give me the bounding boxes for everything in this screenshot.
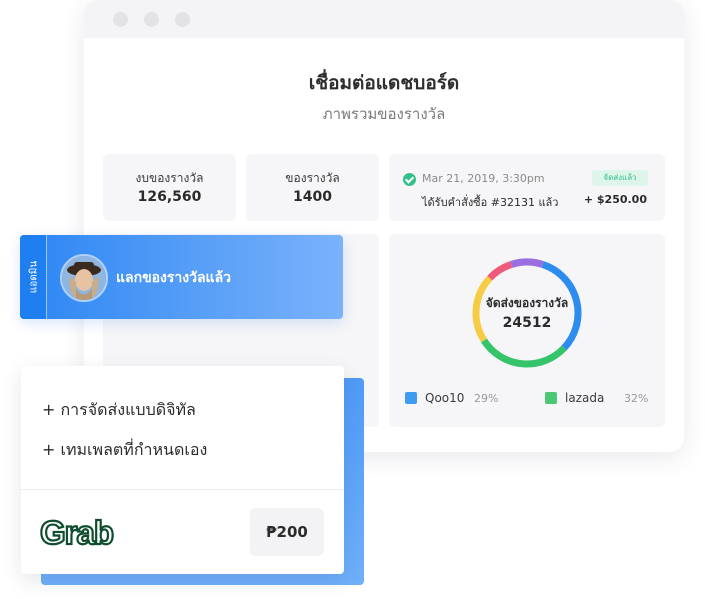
window-control-dot[interactable] [175, 12, 190, 27]
stat-card-budget: งบของรางวัล 126,560 [103, 154, 236, 221]
window-control-dot[interactable] [113, 12, 128, 27]
order-text: ได้รับคำสั่งซื้อ #32131 แล้ว [422, 196, 559, 209]
window-control-dot[interactable] [144, 12, 159, 27]
stat-value: 1400 [293, 189, 332, 205]
price-tag[interactable]: ₱200 [250, 508, 324, 556]
legend-swatch-lazada [545, 392, 557, 404]
status-badge: จัดส่งแล้ว [592, 170, 648, 186]
donut-value: 24512 [502, 315, 552, 331]
admin-tab[interactable]: แอดมิน [20, 235, 47, 319]
donut-segment-3 [487, 261, 513, 281]
stat-label: ของรางวัล [285, 171, 340, 185]
stat-card-rewards: ของรางวัล 1400 [246, 154, 379, 221]
donut-segment-1 [480, 338, 567, 368]
order-amount: + $250.00 [583, 193, 647, 206]
page-subtitle: ภาพรวมของรางวัล [322, 105, 446, 123]
grab-logo: Grab [40, 513, 115, 552]
feature-item: + การจัดส่งแบบดิจิทัล [42, 400, 196, 419]
divider [21, 489, 344, 490]
svg-text:Grab: Grab [40, 514, 113, 551]
redeemed-notification[interactable]: แอดมิน แลกของรางวัลแล้ว [20, 235, 343, 319]
feature-item: + เทมเพลตที่กำหนดเอง [42, 440, 208, 459]
user-avatar-icon [62, 256, 106, 300]
promo-card: + การจัดส่งแบบดิจิทัล + เทมเพลตที่กำหนดเ… [21, 366, 344, 574]
avatar [60, 254, 108, 302]
legend-name: Qoo10 [425, 391, 465, 405]
check-circle-icon [403, 173, 416, 186]
donut-segment-4 [510, 258, 544, 268]
donut-label: จัดส่งของรางวัล [485, 296, 569, 310]
legend-name: lazada [565, 391, 605, 405]
delivery-chart-card: จัดส่งของรางวัล 24512 Qoo10 29% lazada 3… [389, 234, 665, 427]
stat-label: งบของรางวัล [135, 171, 204, 185]
order-card[interactable]: Mar 21, 2019, 3:30pm จัดส่งแล้ว ได้รับคำ… [389, 154, 665, 221]
legend-percent: 29% [474, 392, 499, 405]
legend-swatch-qoo10 [405, 392, 417, 404]
legend-percent: 32% [624, 392, 649, 405]
order-date: Mar 21, 2019, 3:30pm [422, 172, 545, 185]
window-titlebar [84, 0, 684, 38]
admin-tab-label: แอดมิน [28, 260, 40, 294]
stat-value: 126,560 [137, 189, 202, 205]
notification-text: แลกของรางวัลแล้ว [116, 270, 232, 286]
page-title: เชื่อมต่อแดชบอร์ด [308, 72, 460, 94]
